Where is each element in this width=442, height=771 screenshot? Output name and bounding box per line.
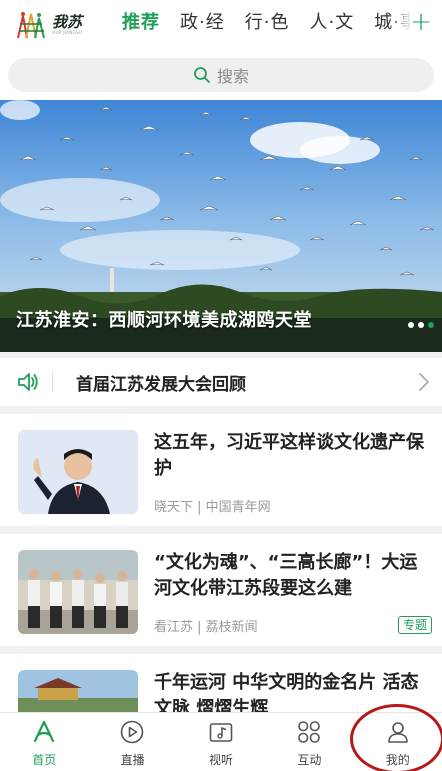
nav-label: 视听	[208, 753, 233, 767]
search-icon	[194, 67, 210, 83]
topic-badge: 专题	[397, 616, 432, 634]
tab-culture[interactable]: 人·文	[309, 10, 354, 40]
search-placeholder: 搜索	[216, 67, 249, 86]
news-source: 晓天下 | 中国青年网	[154, 500, 271, 515]
carousel-indicator	[404, 322, 434, 328]
news-thumbnail	[18, 550, 138, 634]
carousel-dot	[418, 322, 424, 328]
category-tabs: 推荐 政·经 行·色 人·文 城·事	[122, 10, 412, 40]
bottom-navigation: 首页 直播 视听 互动 我的	[0, 712, 442, 771]
nav-media[interactable]: 视听	[177, 713, 265, 771]
news-title: 这五年，习近平这样谈文化遗产保护	[154, 432, 424, 479]
music-video-icon	[209, 723, 233, 742]
speaker-icon	[18, 373, 38, 391]
home-icon	[33, 720, 55, 743]
news-thumbnail	[18, 430, 138, 514]
news-item[interactable]: “文化为魂”、“三高长廊”！大运河文化带江苏段要这么建 看江苏 | 荔枝新闻 专…	[0, 534, 442, 646]
carousel-dot	[428, 322, 434, 328]
tab-travel[interactable]: 行·色	[245, 10, 290, 40]
nav-label: 我的	[385, 753, 410, 767]
nav-home[interactable]: 首页	[0, 713, 88, 771]
logo-emblem-icon	[17, 12, 45, 39]
nav-label: 直播	[120, 753, 145, 767]
play-icon	[121, 720, 144, 744]
news-item[interactable]: 这五年，习近平这样谈文化遗产保护 晓天下 | 中国青年网	[0, 414, 442, 526]
search-input[interactable]: 搜索	[8, 58, 434, 92]
plus-icon[interactable]: +	[408, 9, 434, 36]
nav-live[interactable]: 直播	[88, 713, 176, 771]
app-logo[interactable]: 我苏 OUR JIANGSU	[14, 8, 94, 42]
interact-icon	[298, 721, 320, 743]
news-source: 看江苏 | 荔枝新闻	[154, 620, 258, 635]
nav-label: 首页	[32, 753, 57, 767]
logo-name: 我苏	[52, 13, 83, 31]
user-icon	[387, 722, 408, 743]
search-bar-container: 搜索	[0, 50, 442, 100]
notice-divider	[52, 372, 53, 392]
news-title: “文化为魂”、“三高长廊”！大运河文化带江苏段要这么建	[154, 552, 418, 599]
logo-subtitle: OUR JIANGSU	[52, 30, 83, 35]
tab-politics-economy[interactable]: 政·经	[180, 10, 225, 40]
notice-text: 首届江苏发展大会回顾	[76, 375, 246, 395]
banner-caption: 江苏淮安：西顺河环境美成湖鸥天堂	[16, 310, 312, 331]
notice-bar[interactable]: 首届江苏发展大会回顾	[0, 358, 442, 406]
banner-carousel[interactable]: 江苏淮安：西顺河环境美成湖鸥天堂	[0, 100, 442, 352]
nav-label: 互动	[297, 753, 322, 767]
nav-profile[interactable]: 我的	[354, 713, 442, 771]
tab-recommend[interactable]: 推荐	[122, 10, 160, 40]
carousel-dot	[408, 322, 414, 328]
nav-interact[interactable]: 互动	[265, 713, 353, 771]
chevron-right-icon[interactable]	[418, 372, 430, 392]
top-header: 我苏 OUR JIANGSU 推荐 政·经 行·色 人·文 城·事 +	[0, 0, 442, 50]
